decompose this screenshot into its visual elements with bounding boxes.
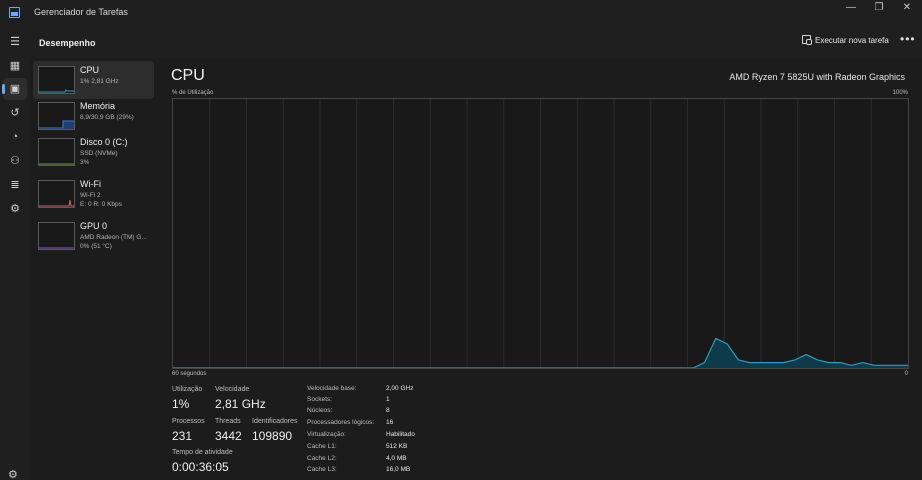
uptime-value: 0:00:36:05: [172, 460, 229, 474]
run-task-icon: [802, 35, 812, 45]
logical-processors-label: Processadores lógicos:: [307, 419, 375, 426]
device-detail: 0% (51 °C): [80, 243, 112, 250]
base-speed-label: Velocidade base:: [307, 385, 357, 392]
device-item-wifi[interactable]: Wi-Fi Wi-Fi 2 E: 0 R: 0 Kbps: [33, 175, 154, 213]
base-speed-value: 2,00 GHz: [386, 385, 414, 392]
threads-value: 3442: [215, 429, 242, 443]
device-detail: 8,9/30,9 GB (29%): [80, 114, 134, 121]
maximize-button[interactable]: ❐: [866, 0, 892, 18]
speed-value: 2,81 GHz: [215, 397, 266, 411]
cache-l1-value: 512 KB: [386, 443, 408, 450]
users-icon[interactable]: ⚇: [3, 150, 27, 172]
processes-icon[interactable]: ▦: [3, 55, 27, 77]
startup-apps-icon[interactable]: ◔: [3, 126, 27, 148]
disk-thumbnail-graph: [38, 138, 75, 166]
window-title: Gerenciador de Tarefas: [34, 7, 128, 17]
page-header: Desempenho Executar nova tarefa •••: [30, 26, 922, 58]
threads-label: Threads: [215, 418, 241, 425]
handles-value: 109890: [252, 429, 293, 443]
nav-rail: ☰ ▦ ▣ ↺ ◔ ⚇ ≣ ⚙: [0, 26, 30, 480]
device-name: CPU: [80, 65, 100, 75]
axis-min-label: 0: [904, 371, 908, 377]
device-detail: Wi-Fi 2: [80, 192, 101, 199]
cpu-model: AMD Ryzen 7 5825U with Radeon Graphics: [729, 72, 905, 82]
hamburger-menu-icon[interactable]: ☰: [3, 31, 27, 53]
cache-l3-value: 16,0 MB: [386, 466, 411, 473]
device-detail: AMD Radeon (TM) G...: [80, 234, 147, 241]
utilization-axis-label: % de Utilização: [172, 90, 214, 96]
time-axis-label: 60 segundos: [172, 371, 207, 377]
performance-icon[interactable]: ▣: [2, 78, 27, 100]
speed-label: Velocidade: [215, 386, 250, 393]
sockets-value: 1: [386, 396, 390, 403]
handles-label: Identificadores: [252, 418, 298, 425]
utilization-value: 1%: [172, 397, 190, 411]
cache-l2-label: Cache L2:: [307, 455, 337, 462]
device-detail: SSD (NVMe): [80, 150, 118, 157]
cache-l3-label: Cache L3:: [307, 466, 337, 473]
details-icon[interactable]: ≣: [3, 174, 27, 196]
settings-gear-icon[interactable]: ⚙: [8, 468, 18, 480]
cpu-thumbnail-graph: [38, 66, 75, 94]
virtualization-value: Habilitado: [386, 431, 415, 438]
cores-value: 8: [386, 407, 390, 414]
more-options-button[interactable]: •••: [900, 32, 916, 46]
device-detail: 3%: [80, 159, 90, 166]
title-bar: Gerenciador de Tarefas — ❐ ✕: [0, 0, 922, 26]
run-new-task-button[interactable]: Executar nova tarefa: [802, 35, 889, 49]
processes-label: Processos: [172, 418, 205, 425]
cache-l2-value: 4,0 MB: [386, 455, 407, 462]
device-name: GPU 0: [80, 221, 108, 231]
device-detail: E: 0 R: 0 Kbps: [80, 201, 122, 208]
wifi-thumbnail-graph: [38, 180, 75, 208]
logical-processors-value: 16: [386, 419, 394, 426]
performance-panel: CPU AMD Ryzen 7 5825U with Radeon Graphi…: [157, 58, 922, 480]
device-item-cpu[interactable]: CPU 1% 2,81 GHz: [33, 61, 154, 99]
device-item-gpu[interactable]: GPU 0 AMD Radeon (TM) G... 0% (51 °C): [33, 217, 154, 255]
device-item-memory[interactable]: Memória 8,9/30,9 GB (29%): [33, 97, 154, 135]
virtualization-label: Virtualização:: [307, 431, 346, 438]
device-name: Disco 0 (C:): [80, 137, 128, 147]
page-title: Desempenho: [39, 38, 96, 48]
close-button[interactable]: ✕: [894, 0, 920, 18]
uptime-label: Tempo de atividade: [172, 449, 233, 456]
cpu-chart-svg: [173, 99, 908, 369]
minimize-button[interactable]: —: [838, 0, 864, 18]
cache-l1-label: Cache L1:: [307, 443, 337, 450]
memory-thumbnail-graph: [38, 102, 75, 130]
services-icon[interactable]: ⚙: [3, 198, 27, 220]
device-detail: 1% 2,81 GHz: [80, 78, 119, 85]
device-name: Wi-Fi: [80, 179, 101, 189]
cpu-heading: CPU: [171, 67, 205, 84]
axis-max-label: 100%: [892, 90, 908, 96]
device-list: CPU 1% 2,81 GHz Memória 8,9/30,9 GB (29%…: [30, 58, 157, 480]
cores-label: Núcleos:: [307, 407, 333, 414]
device-item-disk[interactable]: Disco 0 (C:) SSD (NVMe) 3%: [33, 133, 154, 171]
utilization-label: Utilização: [172, 386, 203, 393]
gpu-thumbnail-graph: [38, 222, 75, 250]
sockets-label: Sockets:: [307, 396, 332, 403]
run-task-label: Executar nova tarefa: [815, 36, 889, 45]
cpu-utilization-graph: [172, 98, 909, 369]
app-history-icon[interactable]: ↺: [3, 102, 27, 124]
processes-value: 231: [172, 429, 193, 443]
task-manager-icon: [9, 7, 20, 18]
device-name: Memória: [80, 101, 116, 111]
